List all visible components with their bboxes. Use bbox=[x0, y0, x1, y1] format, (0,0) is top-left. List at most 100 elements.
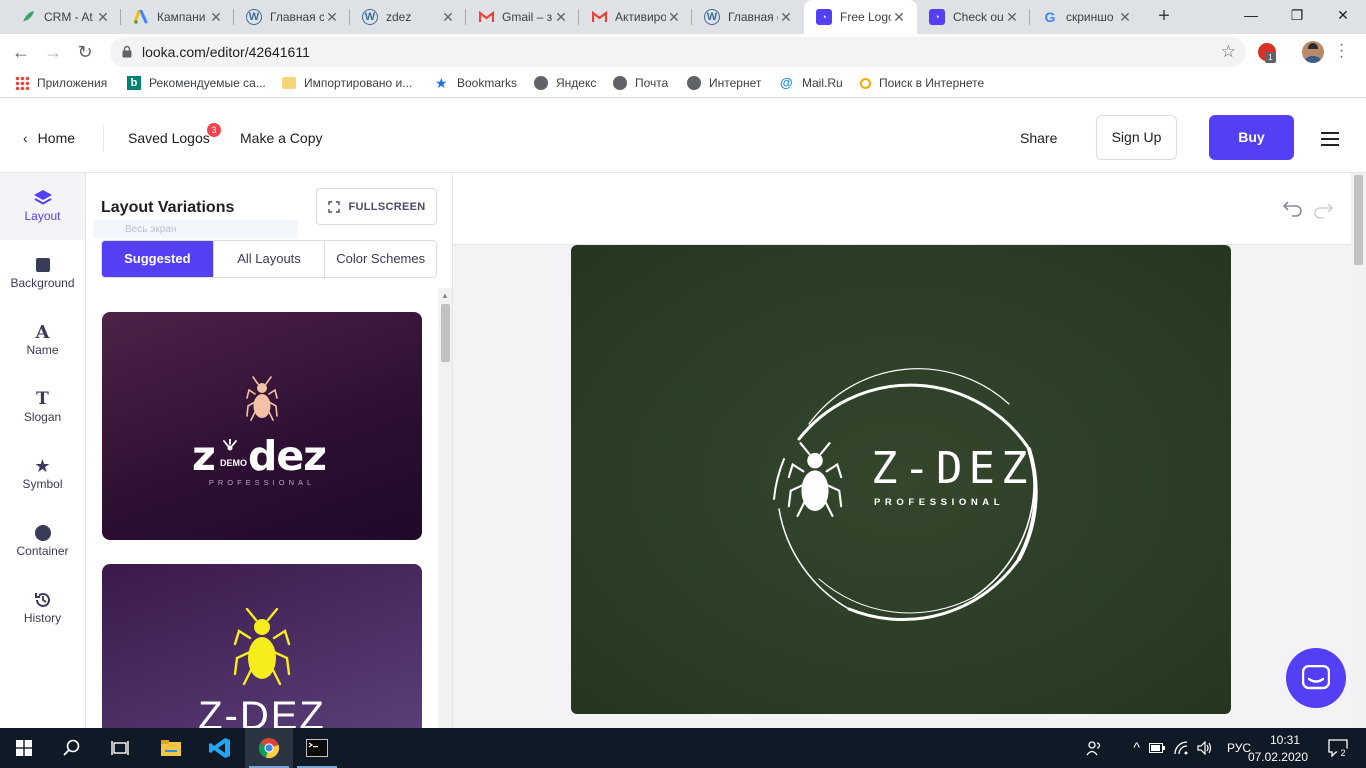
bookmark-star-icon[interactable]: ☆ bbox=[1221, 42, 1236, 62]
globe-icon bbox=[534, 76, 548, 90]
opera-extension-icon[interactable]: 1 bbox=[1258, 43, 1276, 63]
browser-tab[interactable]: W Главная с ✕ bbox=[692, 0, 804, 34]
battery-icon[interactable] bbox=[1149, 743, 1165, 753]
close-window-button[interactable]: ✕ bbox=[1320, 0, 1366, 30]
sidebar-item-history[interactable]: History bbox=[0, 575, 85, 642]
taskbar-terminal[interactable] bbox=[293, 728, 341, 768]
people-icon[interactable] bbox=[1086, 740, 1102, 756]
close-icon[interactable]: ✕ bbox=[553, 9, 569, 26]
close-icon[interactable]: ✕ bbox=[95, 9, 111, 26]
search-button[interactable] bbox=[48, 728, 96, 768]
make-copy-link[interactable]: Make a Copy bbox=[240, 130, 322, 146]
avatar[interactable] bbox=[1302, 41, 1324, 63]
clock-date[interactable]: 07.02.2020 bbox=[1242, 750, 1308, 764]
fullscreen-button[interactable]: FULLSCREEN bbox=[316, 188, 437, 225]
windows-start-button[interactable] bbox=[0, 728, 48, 768]
bookmark-item[interactable]: Интернет bbox=[687, 76, 761, 90]
bookmark-item[interactable]: Яндекс bbox=[534, 76, 596, 90]
close-icon[interactable]: ✕ bbox=[1117, 9, 1133, 26]
tab-suggested[interactable]: Suggested bbox=[102, 241, 213, 277]
close-icon[interactable]: ✕ bbox=[440, 9, 456, 26]
page-scrollbar[interactable] bbox=[1351, 173, 1366, 728]
share-link[interactable]: Share bbox=[1020, 130, 1057, 146]
minimize-button[interactable]: — bbox=[1228, 0, 1274, 30]
browser-tab[interactable]: Кампани ✕ bbox=[121, 0, 234, 34]
taskbar-chrome[interactable] bbox=[245, 728, 293, 768]
undo-icon[interactable] bbox=[1282, 197, 1304, 219]
back-button[interactable]: ← bbox=[10, 41, 32, 63]
scrollbar-thumb[interactable] bbox=[441, 304, 450, 362]
url-field[interactable]: looka.com/editor/42641611 ☆ bbox=[110, 37, 1246, 67]
sidebar-item-symbol[interactable]: ★ Symbol bbox=[0, 441, 85, 508]
bookmark-item[interactable]: Импортировано и... bbox=[282, 76, 412, 90]
sidebar-item-container[interactable]: Container bbox=[0, 508, 85, 575]
close-icon[interactable]: ✕ bbox=[208, 9, 224, 26]
chevron-up-icon[interactable]: ^ bbox=[1133, 739, 1140, 755]
vscode-icon bbox=[209, 738, 230, 758]
home-link[interactable]: ‹ Home bbox=[23, 130, 75, 146]
saved-count-badge: 3 bbox=[207, 123, 221, 137]
new-tab-button[interactable]: + bbox=[1153, 6, 1175, 28]
browser-tab-strip: CRM - At ✕ Кампани ✕ W Главная с ✕ W zdez ✕ … bbox=[0, 0, 1366, 34]
close-icon[interactable]: ✕ bbox=[666, 9, 682, 26]
tab-all-layouts[interactable]: All Layouts bbox=[212, 241, 325, 277]
browser-tab[interactable]: W Главная с ✕ bbox=[234, 0, 350, 34]
browser-tab[interactable]: Gmail – з ✕ bbox=[466, 0, 579, 34]
close-icon[interactable]: ✕ bbox=[891, 9, 907, 26]
browser-tab[interactable]: ◔ Check ou ✕ bbox=[917, 0, 1030, 34]
scroll-up-icon[interactable]: ▲ bbox=[441, 291, 449, 300]
browser-tab[interactable]: G скриншо ✕ bbox=[1030, 0, 1143, 34]
globe-icon bbox=[613, 76, 627, 90]
forward-button[interactable]: → bbox=[42, 41, 64, 63]
browser-tab[interactable]: Активиро ✕ bbox=[579, 0, 692, 34]
chat-launcher-button[interactable] bbox=[1286, 648, 1346, 708]
browser-tab-active[interactable]: ◔ Free Logo ✕ bbox=[804, 0, 917, 34]
task-view-button[interactable] bbox=[96, 728, 144, 768]
gmail-icon bbox=[478, 9, 494, 25]
bug-symbol-icon bbox=[233, 608, 291, 686]
taskbar-vscode[interactable] bbox=[196, 728, 244, 768]
sidebar-item-layout[interactable]: Layout bbox=[0, 173, 85, 240]
close-icon[interactable]: ✕ bbox=[324, 9, 340, 26]
redo-icon[interactable] bbox=[1312, 199, 1334, 221]
volume-icon[interactable] bbox=[1197, 741, 1213, 755]
sidebar-item-slogan[interactable]: T Slogan bbox=[0, 374, 85, 441]
close-icon[interactable]: ✕ bbox=[1004, 9, 1020, 26]
sign-up-button[interactable]: Sign Up bbox=[1096, 115, 1177, 160]
reload-button[interactable]: ↻ bbox=[74, 41, 96, 63]
hamburger-menu-icon[interactable] bbox=[1321, 132, 1339, 146]
bookmark-item[interactable]: @ Mail.Ru bbox=[780, 76, 843, 91]
bookmark-item[interactable]: b Рекомендуемые са... bbox=[127, 76, 266, 90]
browser-tab[interactable]: W zdez ✕ bbox=[350, 0, 466, 34]
tab-title: скриншо bbox=[1066, 10, 1114, 24]
bookmark-item[interactable]: Поиск в Интернете bbox=[860, 76, 984, 90]
sidebar-item-name[interactable]: A Name bbox=[0, 307, 85, 374]
browser-menu-icon[interactable]: · · · bbox=[1336, 37, 1346, 65]
panel-scrollbar[interactable]: ▲ bbox=[438, 288, 452, 728]
clock-time[interactable]: 10:31 bbox=[1262, 733, 1308, 747]
tab-title: Free Logo bbox=[840, 10, 891, 24]
buy-button[interactable]: Buy bbox=[1209, 115, 1294, 160]
app-header: ‹ Home Saved Logos 3 Make a Copy Share Si… bbox=[0, 103, 1366, 173]
extension-badge: 1 bbox=[1265, 52, 1276, 63]
taskbar-explorer[interactable] bbox=[147, 728, 195, 768]
bug-symbol-icon bbox=[787, 442, 843, 517]
tab-color-schemes[interactable]: Color Schemes bbox=[324, 241, 436, 277]
layout-card-slogan: PROFESSIONAL bbox=[208, 478, 316, 487]
layout-card[interactable]: Z-DEZ bbox=[102, 564, 422, 728]
wordpress-icon: W bbox=[704, 9, 720, 25]
close-icon[interactable]: ✕ bbox=[778, 9, 794, 26]
demo-label: DEMO bbox=[220, 458, 247, 468]
sidebar-item-label: History bbox=[23, 611, 62, 625]
logo-preview[interactable]: Z-DEZ PROFESSIONAL bbox=[571, 245, 1231, 714]
bookmark-apps[interactable]: Приложения bbox=[15, 76, 107, 90]
bookmark-item[interactable]: Почта bbox=[613, 76, 668, 90]
restore-button[interactable]: ❐ bbox=[1274, 0, 1320, 30]
scrollbar-thumb[interactable] bbox=[1354, 175, 1363, 265]
sidebar-item-background[interactable]: Background bbox=[0, 240, 85, 307]
browser-tab[interactable]: CRM - At ✕ bbox=[8, 0, 121, 34]
layout-card[interactable]: z DEMO dez PROFESSIONAL bbox=[102, 312, 422, 540]
saved-logos-link[interactable]: Saved Logos bbox=[128, 130, 210, 146]
bookmark-item[interactable]: ★ Bookmarks bbox=[435, 76, 517, 90]
wifi-icon[interactable] bbox=[1173, 741, 1189, 755]
